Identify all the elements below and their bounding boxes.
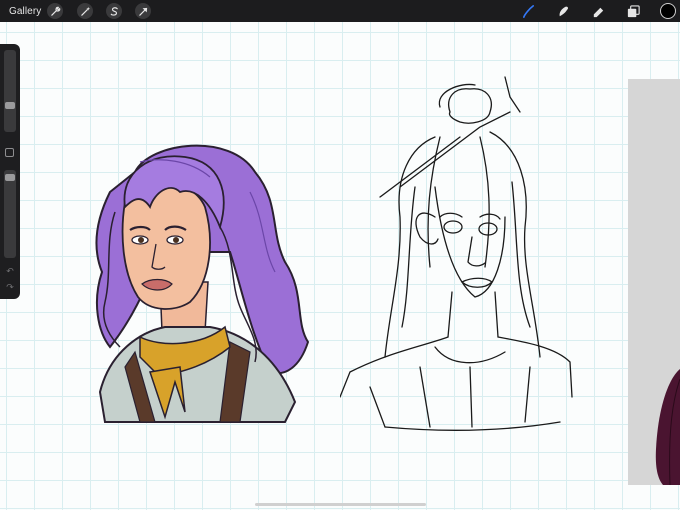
actions-button[interactable] bbox=[47, 3, 63, 19]
selection-button[interactable] bbox=[106, 3, 122, 19]
eraser-button[interactable] bbox=[590, 3, 606, 19]
smudge-icon bbox=[559, 6, 568, 16]
selection-icon bbox=[110, 6, 118, 16]
modify-square-icon[interactable] bbox=[5, 148, 14, 157]
redo-icon[interactable]: ↷ bbox=[5, 282, 15, 292]
color-picker-swatch[interactable] bbox=[660, 3, 676, 19]
transform-arrow-icon bbox=[138, 7, 147, 16]
pencil-sketch bbox=[340, 76, 573, 431]
colored-portrait bbox=[95, 144, 310, 423]
opacity-slider[interactable] bbox=[4, 170, 16, 258]
wrench-icon bbox=[50, 6, 60, 16]
home-indicator bbox=[255, 503, 426, 506]
reference-image bbox=[655, 369, 680, 485]
brush-button[interactable] bbox=[520, 3, 536, 19]
magic-wand-icon bbox=[80, 6, 90, 16]
transform-button[interactable] bbox=[135, 3, 151, 19]
layers-icon bbox=[627, 4, 640, 17]
left-sidebar: ↶ ↷ bbox=[0, 44, 20, 299]
top-toolbar: Gallery bbox=[0, 0, 680, 22]
smudge-button[interactable] bbox=[555, 3, 571, 19]
undo-icon[interactable]: ↶ bbox=[5, 266, 15, 276]
brush-size-thumb[interactable] bbox=[5, 102, 15, 109]
opacity-thumb[interactable] bbox=[5, 174, 15, 181]
layers-button[interactable] bbox=[625, 3, 641, 19]
eraser-icon bbox=[593, 7, 603, 17]
brush-icon bbox=[522, 4, 534, 18]
procreate-app: Gallery ↶ ↷ bbox=[0, 0, 680, 510]
drawing-canvas[interactable] bbox=[0, 22, 680, 510]
adjustments-button[interactable] bbox=[77, 3, 93, 19]
brush-size-slider[interactable] bbox=[4, 50, 16, 132]
gallery-button[interactable]: Gallery bbox=[9, 6, 41, 17]
reference-image-panel[interactable] bbox=[628, 79, 680, 485]
